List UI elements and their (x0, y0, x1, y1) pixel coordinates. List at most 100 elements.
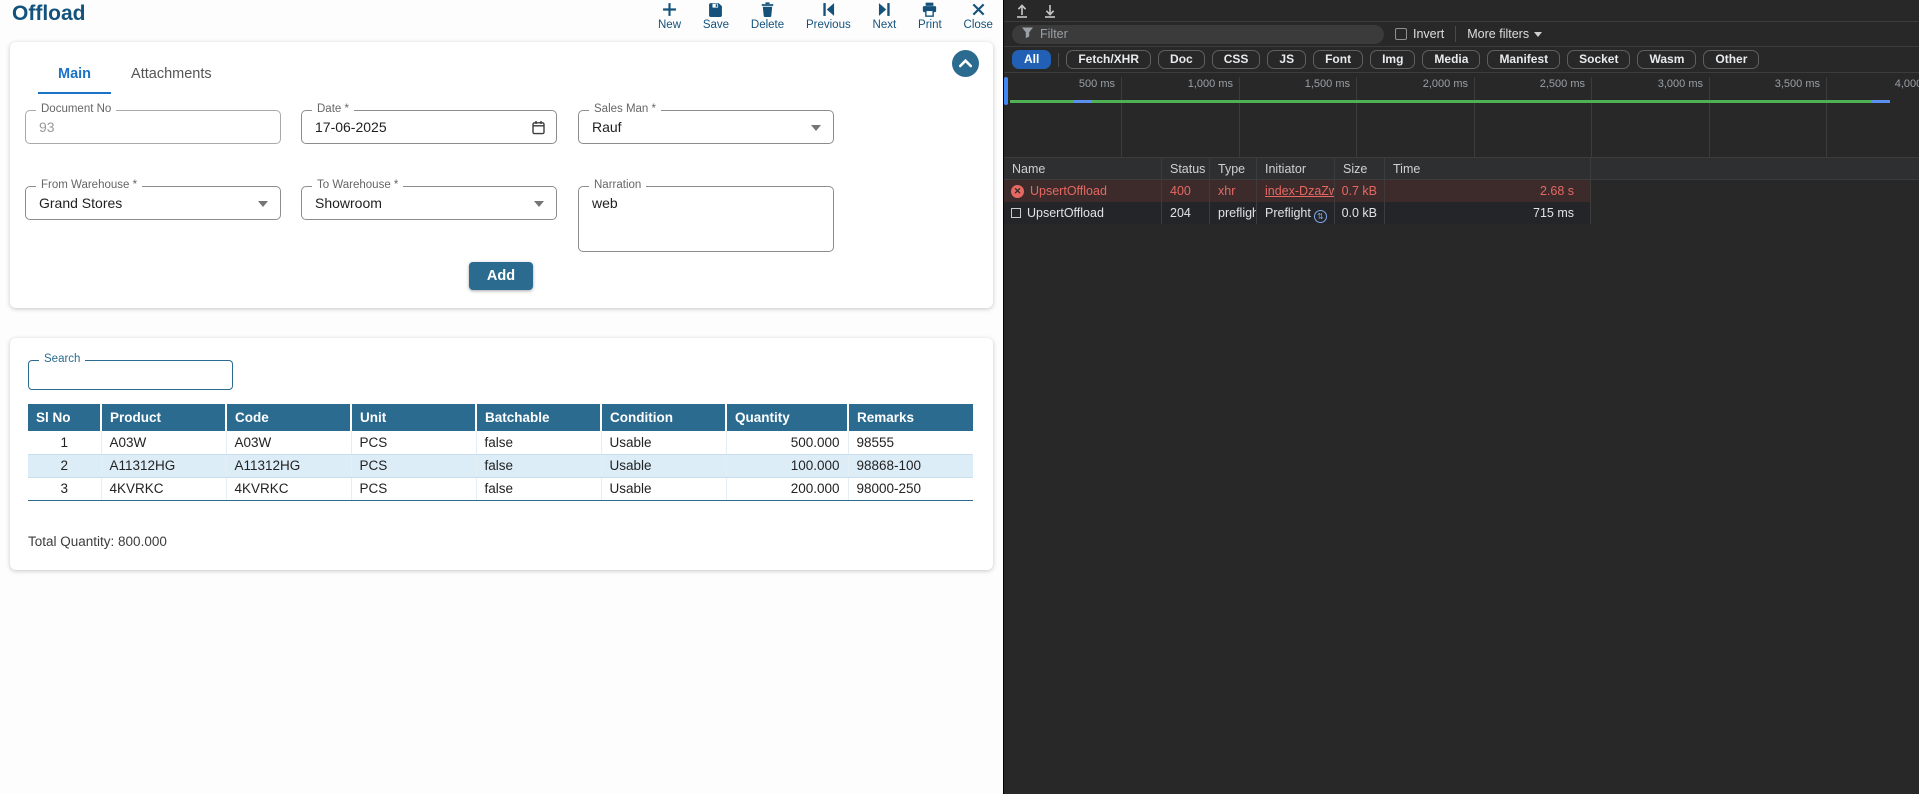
field-label: Date * (312, 103, 354, 115)
close-button[interactable]: Close (964, 0, 993, 31)
tick-line (1356, 77, 1357, 157)
table-row[interactable]: 3 4KVRKC 4KVRKC PCS false Usable 200.000… (28, 477, 973, 500)
col-header-time[interactable]: Time (1385, 158, 1591, 180)
waterfall-bar-green (1010, 100, 1890, 103)
filter-box[interactable] (1012, 25, 1384, 44)
cell-product: A11312HG (101, 454, 226, 477)
new-button[interactable]: New (658, 0, 681, 31)
invert-label: Invert (1413, 27, 1444, 41)
next-button[interactable]: Next (873, 0, 897, 31)
close-icon (971, 2, 986, 17)
request-name-cell: UpsertOffload (1004, 202, 1162, 224)
chip-all[interactable]: All (1012, 50, 1051, 69)
filter-input[interactable] (1040, 27, 1375, 41)
col-header-name[interactable]: Name (1004, 158, 1162, 180)
preflight-info-icon[interactable]: ⇅ (1314, 210, 1327, 223)
tab-attachments[interactable]: Attachments (111, 58, 232, 94)
table-row-highlighted[interactable]: 2 A11312HG A11312HG PCS false Usable 100… (28, 454, 973, 477)
floppy-icon (708, 2, 723, 17)
add-button[interactable]: Add (469, 262, 533, 290)
from-warehouse-select[interactable]: From Warehouse * Grand Stores (25, 186, 281, 220)
col-header-remarks: Remarks (848, 404, 973, 431)
cell-condition: Usable (601, 431, 726, 454)
calendar-icon[interactable] (531, 120, 546, 140)
items-card: Search Sl No Product Code Unit Batchable… (10, 338, 993, 570)
chip-wasm[interactable]: Wasm (1637, 50, 1696, 69)
initiator-link[interactable]: index-DzaZwWpu.j (1265, 184, 1335, 198)
delete-button[interactable]: Delete (751, 0, 784, 31)
cell-code: A03W (226, 431, 351, 454)
more-filters-label: More filters (1467, 27, 1529, 41)
timeline-overview[interactable]: 500 ms 1,000 ms 1,500 ms 2,000 ms 2,500 … (1004, 73, 1919, 158)
chip-socket[interactable]: Socket (1567, 50, 1630, 69)
chevron-down-icon (258, 201, 268, 207)
to-warehouse-select[interactable]: To Warehouse * Showroom (301, 186, 557, 220)
screen: Offload New Save Delete (0, 0, 1919, 794)
cell-unit: PCS (351, 431, 476, 454)
chip-manifest[interactable]: Manifest (1487, 50, 1560, 69)
date-field[interactable]: Date * 17-06-2025 (301, 110, 557, 144)
toolbar-label: Next (873, 19, 897, 31)
chip-css[interactable]: CSS (1212, 50, 1261, 69)
main-form-card: Main Attachments Document No 93 Date * 1… (10, 42, 993, 308)
initiator-text: Preflight (1265, 206, 1311, 220)
collapse-panel-button[interactable] (952, 50, 979, 77)
cell-slno: 3 (28, 477, 101, 500)
col-header-condition: Condition (601, 404, 726, 431)
col-header-size[interactable]: Size (1335, 158, 1385, 180)
more-filters-dropdown[interactable]: More filters (1467, 27, 1542, 41)
invert-checkbox[interactable]: Invert (1395, 27, 1444, 41)
cell-slno: 2 (28, 454, 101, 477)
col-header-type[interactable]: Type (1210, 158, 1257, 180)
network-grid-header: Name Status Type Initiator Size Time (1004, 158, 1919, 180)
field-label: From Warehouse * (36, 179, 142, 191)
tick-label: 1,000 ms (1151, 78, 1233, 90)
cell-batchable: false (476, 454, 601, 477)
tick-label: 500 ms (1033, 78, 1115, 90)
col-header-slno: Sl No (28, 404, 101, 431)
chip-doc[interactable]: Doc (1158, 50, 1205, 69)
divider (1058, 53, 1059, 67)
divider (1455, 26, 1456, 42)
status-cell: 400 (1162, 180, 1210, 202)
tab-main[interactable]: Main (38, 58, 111, 94)
search-input[interactable] (37, 364, 222, 384)
field-label: To Warehouse * (312, 179, 403, 191)
skip-next-icon (877, 2, 892, 17)
chip-img[interactable]: Img (1370, 50, 1415, 69)
network-request-row-error[interactable]: ✕ UpsertOffload 400 xhr index-DzaZwWpu.j… (1004, 180, 1591, 202)
cell-quantity: 100.000 (726, 454, 848, 477)
chip-fetch-xhr[interactable]: Fetch/XHR (1066, 50, 1151, 69)
document-no-field[interactable]: Document No 93 (25, 110, 281, 144)
export-har-icon[interactable] (1042, 2, 1058, 22)
chip-media[interactable]: Media (1422, 50, 1480, 69)
cell-quantity: 200.000 (726, 477, 848, 500)
chip-font[interactable]: Font (1313, 50, 1363, 69)
tick-label: 2,000 ms (1386, 78, 1468, 90)
previous-button[interactable]: Previous (806, 0, 851, 31)
chip-other[interactable]: Other (1703, 50, 1759, 69)
save-button[interactable]: Save (703, 0, 729, 31)
table-header-row: Sl No Product Code Unit Batchable Condit… (28, 404, 973, 431)
network-request-row[interactable]: UpsertOffload 204 preflight Preflight⇅ 0… (1004, 202, 1591, 224)
status-cell: 204 (1162, 202, 1210, 224)
overview-selection-handle[interactable] (1004, 77, 1008, 105)
cell-quantity: 500.000 (726, 431, 848, 454)
col-header-batchable: Batchable (476, 404, 601, 431)
chip-js[interactable]: JS (1267, 50, 1306, 69)
document-no-value: 93 (39, 119, 55, 135)
narration-textarea[interactable]: Narration web (578, 186, 834, 252)
table-row[interactable]: 1 A03W A03W PCS false Usable 500.000 985… (28, 431, 973, 454)
col-header-initiator[interactable]: Initiator (1257, 158, 1335, 180)
search-field[interactable]: Search (28, 360, 233, 390)
field-label: Narration (589, 179, 646, 191)
import-har-icon[interactable] (1014, 2, 1030, 22)
sales-man-select[interactable]: Sales Man * Rauf (578, 110, 834, 144)
print-button[interactable]: Print (918, 0, 942, 31)
size-cell: 0.0 kB (1335, 202, 1385, 224)
col-header-status[interactable]: Status (1162, 158, 1210, 180)
waterfall-bar-blue (1872, 100, 1889, 103)
devtools-har-bar (1004, 0, 1919, 22)
devtools-filter-bar: Invert More filters (1004, 22, 1919, 47)
tick-line (1474, 77, 1475, 157)
